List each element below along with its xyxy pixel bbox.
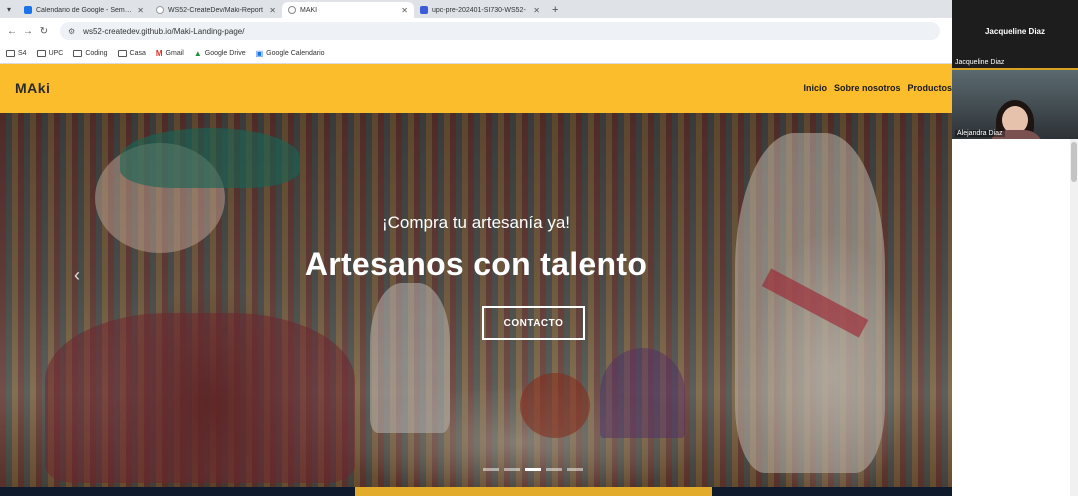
bookmark-drive[interactable]: ▲ Google Drive bbox=[194, 49, 246, 58]
tab-title: Calendario de Google - Semana bbox=[36, 6, 134, 14]
bookmark-calendar[interactable]: ▣ Google Calendario bbox=[256, 49, 325, 58]
browser-tab-bar: ▾ Calendario de Google - Semana ✕ WS52-C… bbox=[0, 0, 952, 18]
contact-button[interactable]: CONTACTO bbox=[482, 306, 585, 340]
tab-search-icon[interactable]: ▾ bbox=[0, 0, 18, 18]
bookmark-s4[interactable]: S4 bbox=[6, 50, 27, 57]
bookmark-label: Coding bbox=[85, 50, 108, 57]
folder-icon bbox=[73, 50, 83, 57]
close-icon[interactable]: ✕ bbox=[533, 6, 540, 15]
bookmark-coding[interactable]: Coding bbox=[73, 50, 108, 57]
forward-icon[interactable]: → bbox=[20, 26, 36, 37]
nav-productos[interactable]: Productos bbox=[907, 83, 952, 93]
github-favicon-icon bbox=[156, 6, 164, 14]
url-input[interactable]: ⚙ ws52-createdev.github.io/Maki-Landing-… bbox=[60, 22, 940, 40]
page-scrollbar[interactable] bbox=[1070, 139, 1078, 496]
bookmark-label: Google Calendario bbox=[266, 50, 325, 57]
calendar-favicon-icon bbox=[24, 6, 32, 14]
gmail-icon: M bbox=[155, 49, 163, 58]
tab-title: upc-pre-202401-SI730-WS52- bbox=[432, 6, 526, 14]
site-nav: Inicio Sobre nosotros Productos bbox=[796, 83, 952, 93]
footer-accent-bar bbox=[355, 487, 712, 496]
bookmark-upc[interactable]: UPC bbox=[36, 50, 64, 57]
back-icon[interactable]: ← bbox=[4, 26, 20, 37]
carousel-indicators bbox=[483, 468, 588, 471]
tab-calendar[interactable]: Calendario de Google - Semana ✕ bbox=[18, 2, 150, 18]
close-icon[interactable]: ✕ bbox=[137, 6, 144, 15]
tab-maki[interactable]: MAKI ✕ bbox=[282, 2, 414, 18]
docs-favicon-icon bbox=[420, 6, 428, 14]
folder-icon bbox=[6, 50, 15, 57]
tab-github[interactable]: WS52-CreateDev/Maki-Report ✕ bbox=[150, 2, 282, 18]
site-navbar: MAki Inicio Sobre nosotros Productos bbox=[0, 64, 952, 113]
folder-icon bbox=[36, 50, 46, 57]
bookmark-label: UPC bbox=[48, 50, 64, 57]
carousel-indicator-active[interactable] bbox=[525, 468, 541, 471]
hero-subtitle: ¡Compra tu artesanía ya! bbox=[381, 213, 571, 232]
nav-sobre-nosotros[interactable]: Sobre nosotros bbox=[834, 83, 901, 93]
tab-title: WS52-CreateDev/Maki-Report bbox=[168, 6, 263, 14]
participant-label: Jacqueline Diaz bbox=[955, 59, 1005, 66]
scrollbar-thumb[interactable] bbox=[1071, 142, 1077, 182]
carousel-indicator[interactable] bbox=[546, 468, 562, 471]
globe-favicon-icon bbox=[288, 6, 296, 14]
folder-icon bbox=[117, 50, 127, 57]
calendar-icon: ▣ bbox=[255, 49, 264, 58]
drive-icon: ▲ bbox=[193, 49, 202, 58]
meeting-panel: Jacqueline Diaz Jacqueline Diaz Alejandr… bbox=[952, 0, 1078, 496]
site-info-icon[interactable]: ⚙ bbox=[68, 27, 75, 36]
close-icon[interactable]: ✕ bbox=[401, 6, 408, 15]
bookmark-gmail[interactable]: M Gmail bbox=[156, 49, 184, 58]
carousel-indicator[interactable] bbox=[483, 468, 499, 471]
hero-carousel: ‹ › ¡Compra tu artesanía ya! Artesanos c… bbox=[0, 113, 952, 487]
bookmark-label: Casa bbox=[129, 50, 146, 57]
reload-icon[interactable]: ↻ bbox=[36, 26, 52, 37]
participant-tile-alejandra[interactable]: Alejandra Diaz bbox=[952, 68, 1078, 139]
bookmarks-bar: S4 UPC Coding Casa M Gmail ▲ Google Drive … bbox=[0, 44, 952, 64]
hero-overlay bbox=[0, 113, 952, 487]
participant-name: Jacqueline Diaz bbox=[984, 27, 1046, 36]
carousel-indicator[interactable] bbox=[504, 468, 520, 471]
tab-title: MAKI bbox=[300, 6, 318, 14]
new-tab-button[interactable]: + bbox=[552, 2, 558, 18]
bookmark-casa[interactable]: Casa bbox=[117, 50, 146, 57]
address-bar: ← → ↻ ⚙ ws52-createdev.github.io/Maki-La… bbox=[0, 18, 952, 44]
tab-upc[interactable]: upc-pre-202401-SI730-WS52- ✕ bbox=[414, 2, 546, 18]
participant-label: Alejandra Diaz bbox=[955, 130, 1005, 137]
participant-tile-jacqueline[interactable]: Jacqueline Diaz Jacqueline Diaz bbox=[952, 0, 1078, 68]
carousel-indicator[interactable] bbox=[567, 468, 583, 471]
nav-inicio[interactable]: Inicio bbox=[803, 83, 827, 93]
site-logo[interactable]: MAki bbox=[15, 80, 50, 96]
hero-title: Artesanos con talento bbox=[304, 246, 648, 282]
bookmark-label: Google Drive bbox=[204, 50, 246, 57]
url-text: ws52-createdev.github.io/Maki-Landing-pa… bbox=[83, 26, 245, 36]
close-icon[interactable]: ✕ bbox=[269, 6, 276, 15]
bookmark-label: S4 bbox=[18, 50, 27, 57]
bookmark-label: Gmail bbox=[165, 50, 184, 57]
